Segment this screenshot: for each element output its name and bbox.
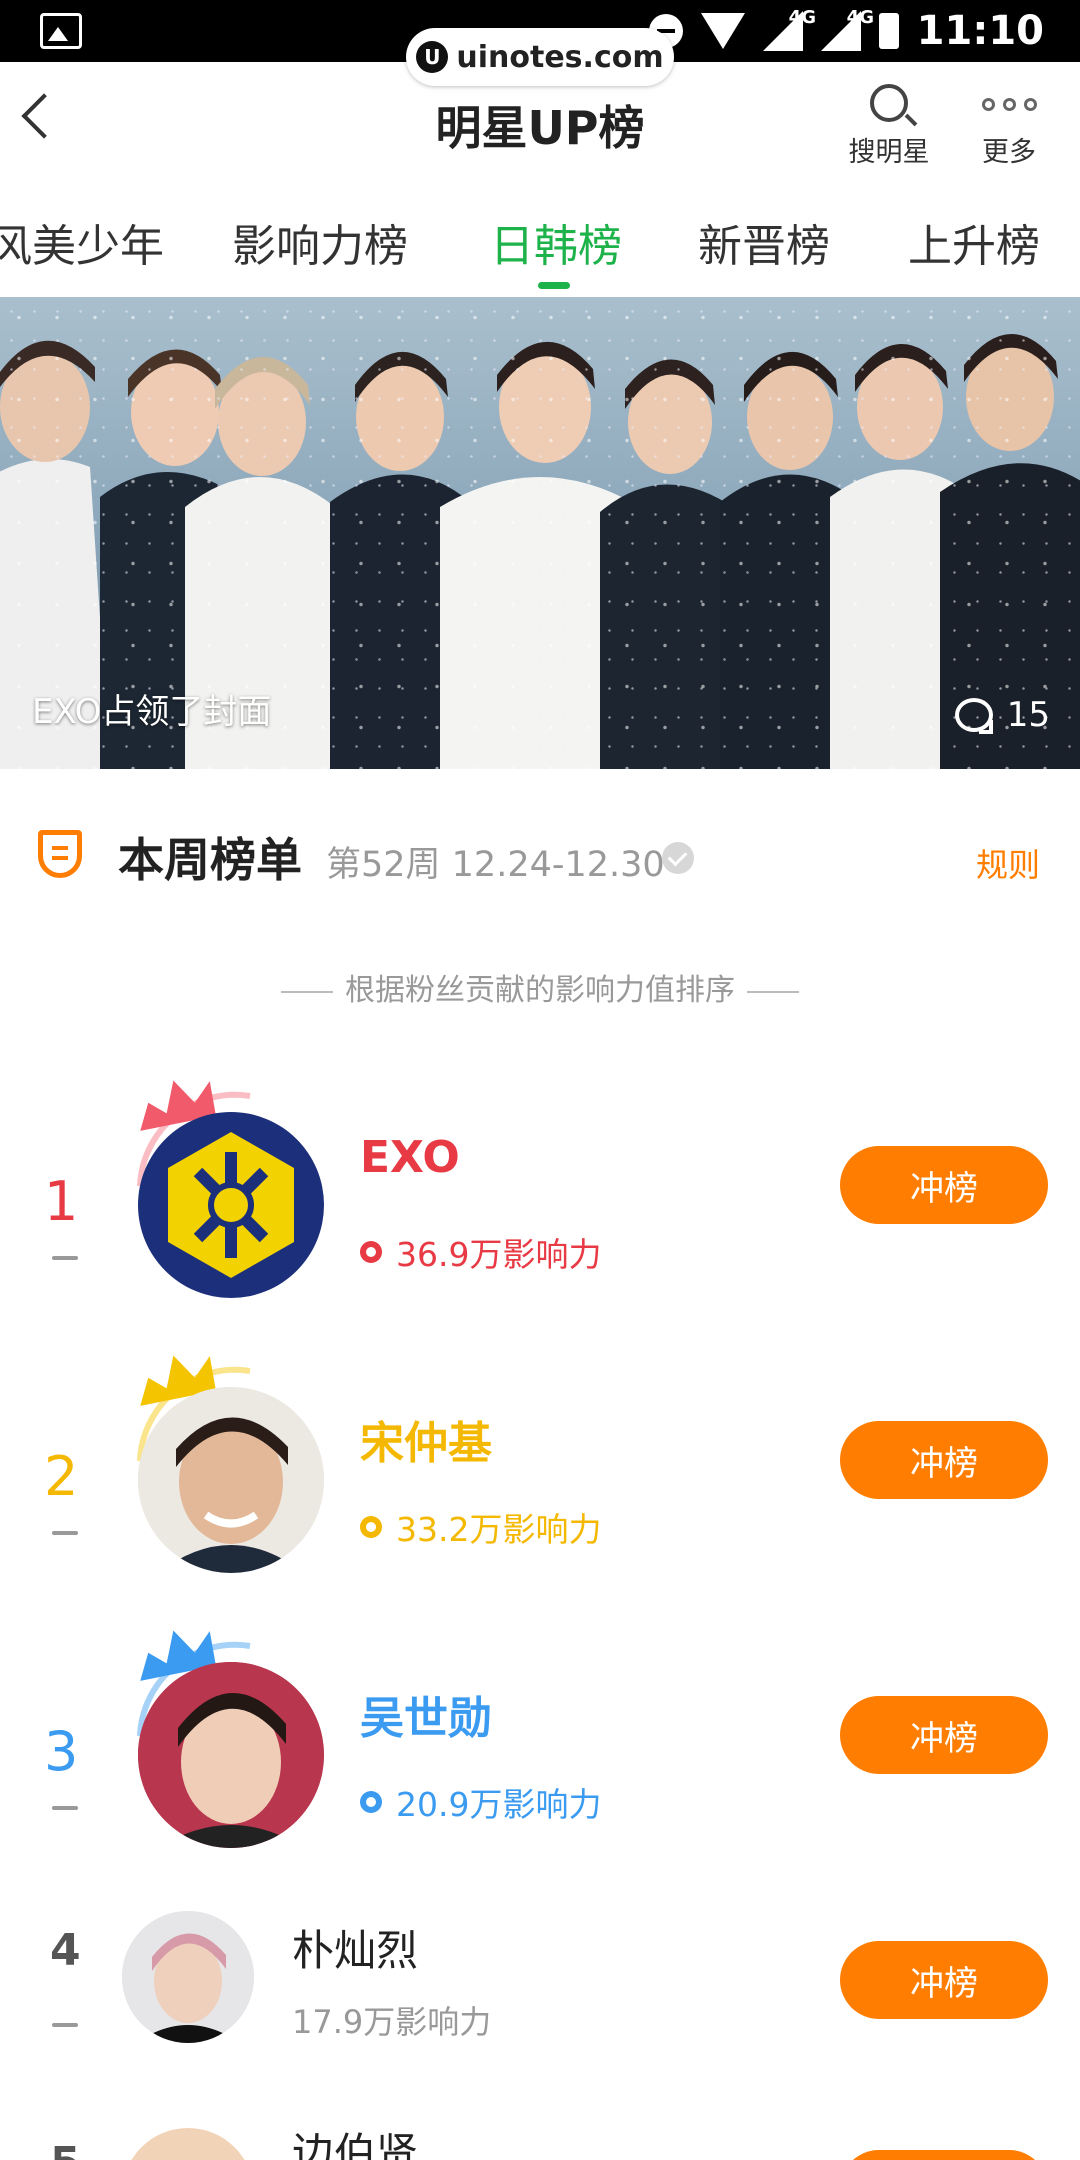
comment-count: 15: [1006, 695, 1050, 735]
star-name: 边伯贤: [292, 2129, 419, 2160]
more-label: 更多: [982, 137, 1036, 168]
influence-score: 17.9万影响力: [292, 2003, 492, 2041]
portrait-photo: [122, 1911, 254, 2043]
week-range[interactable]: 第52周 12.24-12.30: [326, 836, 665, 887]
rank-change-indicator: [52, 1531, 78, 1535]
banner-comments[interactable]: 15: [954, 695, 1050, 735]
divider-line: [281, 990, 333, 993]
byun-baek-hyun-avatar[interactable]: [122, 2128, 254, 2160]
rank-number: 3: [44, 1720, 79, 1783]
weekly-title: 本周榜单: [118, 833, 302, 887]
influence-score: 36.9万影响力: [360, 1228, 601, 1276]
rank-change-indicator: [52, 2023, 78, 2027]
battery-icon: [878, 13, 899, 49]
watermark-text: uinotes.com: [456, 39, 664, 75]
subtitle-text: 根据粉丝贡献的影响力值排序: [345, 973, 735, 1008]
rank-number: 5: [50, 2138, 81, 2160]
influence-score-text: 20.9万影响力: [396, 1785, 602, 1824]
weekly-ranking-header: 本周榜单 第52周 12.24-12.30 规则: [0, 820, 1080, 900]
more-dots-icon: [982, 98, 1037, 111]
star-name: 朴灿烈: [292, 1926, 419, 1975]
rank-number: 1: [44, 1170, 79, 1233]
medal-icon: [360, 1241, 382, 1263]
medal-icon: [360, 1791, 382, 1813]
rank-change-indicator: [52, 1256, 78, 1260]
influence-score-text: 33.2万影响力: [396, 1510, 602, 1549]
boost-button[interactable]: 冲榜: [840, 1941, 1048, 2019]
park-chan-yeol-avatar[interactable]: [122, 1911, 254, 2043]
network-type-label: 4G: [788, 7, 816, 28]
cover-banner[interactable]: EXO占领了封面 15: [0, 297, 1080, 769]
rules-link[interactable]: 规则: [976, 840, 1040, 886]
exo-avatar[interactable]: [138, 1112, 324, 1298]
rank-number: 2: [44, 1445, 79, 1508]
tab-influence[interactable]: 影响力榜: [232, 210, 408, 274]
star-name: 宋仲基: [360, 1418, 492, 1469]
medal-icon: [360, 1516, 382, 1538]
star-name: 吴世勋: [360, 1693, 492, 1744]
search-icon: [870, 84, 908, 122]
ranking-subtitle: 根据粉丝贡献的影响力值排序: [0, 965, 1080, 1009]
ranking-row-5[interactable]: 5 边伯贤 冲榜: [0, 2120, 1080, 2160]
boost-button[interactable]: 冲榜: [840, 1146, 1048, 1224]
watermark-logo: U: [416, 41, 449, 73]
search-star-button[interactable]: 搜明星: [834, 80, 944, 169]
divider-line: [747, 990, 799, 993]
star-name: EXO: [360, 1132, 460, 1183]
tab-rising[interactable]: 上升榜: [908, 210, 1040, 274]
boost-button[interactable]: 冲榜: [840, 1421, 1048, 1499]
gallery-notification-icon: [40, 13, 82, 49]
song-joong-ki-avatar[interactable]: [138, 1387, 324, 1573]
watermark-badge: U uinotes.com: [406, 28, 674, 86]
signal-icon: 4G: [820, 7, 874, 51]
oh-se-hun-avatar[interactable]: [138, 1662, 324, 1848]
signal-icon: 4G: [762, 7, 816, 51]
category-tabs: 风美少年 影响力榜 日韩榜 新晋榜 上升榜: [0, 200, 1080, 295]
comment-icon: [954, 698, 993, 734]
banner-caption: EXO占领了封面: [32, 692, 272, 732]
influence-score: 20.9万影响力: [360, 1778, 601, 1826]
active-tab-indicator: [538, 282, 570, 289]
clock: 11:10: [916, 8, 1044, 54]
rank-change-indicator: [52, 1806, 78, 1810]
influence-score: 33.2万影响力: [360, 1503, 601, 1551]
more-button[interactable]: 更多: [954, 80, 1064, 169]
tab-japan-korea[interactable]: 日韩榜: [490, 210, 622, 274]
portrait-photo: [138, 1387, 324, 1573]
week-select-icon[interactable]: [662, 842, 694, 874]
status-icons: 4G 4G 11:10: [648, 6, 1044, 56]
search-star-label: 搜明星: [848, 137, 930, 168]
tab-handsome-youth[interactable]: 风美少年: [0, 210, 164, 274]
ranking-shield-icon: [38, 830, 82, 878]
wifi-icon: [700, 13, 745, 49]
boost-button[interactable]: 冲榜: [840, 1696, 1048, 1774]
boost-button[interactable]: 冲榜: [840, 2150, 1048, 2160]
rank-number: 4: [50, 1925, 81, 1976]
tab-newcomer[interactable]: 新晋榜: [698, 210, 830, 274]
exo-logo: [168, 1132, 294, 1278]
portrait-photo: [138, 1662, 324, 1848]
network-type-label: 4G: [846, 7, 874, 28]
influence-score-text: 36.9万影响力: [396, 1235, 602, 1274]
